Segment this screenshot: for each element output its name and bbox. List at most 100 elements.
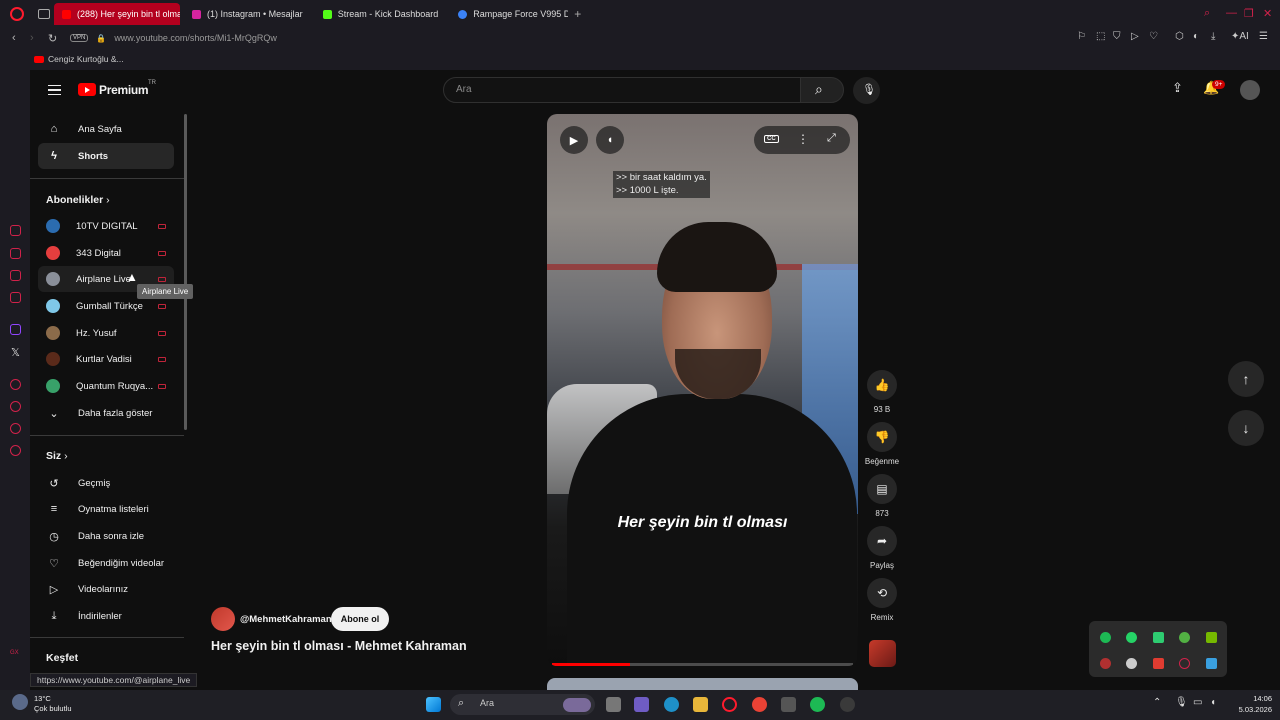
app-tray-icon[interactable]	[1126, 658, 1137, 669]
remix-button[interactable]: ⟲	[867, 578, 897, 608]
show-more-button[interactable]: ⌄ Daha fazla göster	[38, 400, 174, 426]
sidebar-item-10tv[interactable]: 10TV DIGITAL	[38, 213, 174, 239]
menu-icon[interactable]: ☰	[1259, 31, 1268, 42]
weather-widget[interactable]: 13°C Çok bulutlu	[34, 694, 72, 714]
tab-youtube[interactable]: (288) Her şeyin bin tl olma	[54, 3, 180, 25]
sidebar-scrollbar[interactable]	[184, 114, 187, 430]
sidebar-app-icon[interactable]	[10, 292, 21, 303]
sidebar-item-watch-later[interactable]: ◷ Daha sonra izle	[38, 523, 174, 549]
subscriptions-heading[interactable]: Abonelikler ›	[46, 194, 110, 206]
sidebar-item-liked-videos[interactable]: ♡ Beğendiğim videolar	[38, 550, 174, 576]
display-icon[interactable]: ▭	[1193, 697, 1202, 708]
back-button[interactable]: ‹	[12, 32, 22, 44]
share-button[interactable]: ➦	[867, 526, 897, 556]
captions-button[interactable]: CC	[764, 135, 779, 143]
shorts-video-player[interactable]: ▶ ◖ CC ⋮ ⤢ >> bir saat kaldım ya. >> 100…	[547, 114, 858, 666]
shield-icon[interactable]: ⛉	[1113, 31, 1121, 42]
sidebar-item-your-videos[interactable]: ▷ Videolarınız	[38, 576, 174, 602]
tab-rampage[interactable]: Rampage Force V995 Dire	[450, 3, 568, 25]
sidebar-item-history[interactable]: ↺ Geçmiş	[38, 470, 174, 496]
tab-instagram[interactable]: (1) Instagram • Mesajlar	[184, 3, 311, 25]
download-icon[interactable]: ⤓	[1211, 31, 1215, 42]
forward-button[interactable]: ›	[30, 32, 40, 44]
history-sidebar-icon[interactable]	[10, 401, 21, 412]
sidebar-item-shorts[interactable]: ϟ Shorts	[38, 143, 174, 169]
spotify-tray-icon[interactable]	[1100, 632, 1111, 643]
settings-sidebar-icon[interactable]	[10, 445, 21, 456]
extensions-icon[interactable]: ⬡	[1175, 31, 1184, 42]
next-video-preview[interactable]	[547, 678, 858, 690]
edge-icon[interactable]	[664, 697, 679, 712]
microphone-icon[interactable]: 🎙	[1175, 697, 1188, 708]
spotify-icon[interactable]	[810, 697, 825, 712]
player-icon[interactable]	[10, 379, 21, 390]
volume-button[interactable]: ◖	[596, 126, 624, 154]
messenger-sidebar-icon[interactable]	[10, 423, 21, 434]
premium-logo-text[interactable]: Premium	[99, 83, 149, 97]
gx-icon[interactable]: GX	[10, 650, 21, 661]
sidebar-item-downloads[interactable]: ⤓ İndirilenler	[38, 603, 174, 629]
volume-icon[interactable]: ◖	[1210, 697, 1216, 708]
task-view-icon[interactable]	[606, 697, 621, 712]
weather-icon[interactable]	[12, 694, 28, 710]
youtube-logo-icon[interactable]	[78, 83, 96, 96]
profile-icon[interactable]: ◐	[1193, 31, 1199, 42]
sidebar-app-icon[interactable]	[10, 248, 21, 259]
chrome-icon[interactable]	[752, 697, 767, 712]
search-button[interactable]: ⌕	[800, 77, 844, 103]
x-twitter-icon[interactable]: 𝕏	[11, 346, 22, 359]
previous-short-button[interactable]: ↑	[1228, 361, 1264, 397]
app-tray-icon[interactable]	[1206, 658, 1217, 669]
vpn-badge[interactable]: VPN	[70, 34, 89, 42]
bookmark-icon[interactable]: ⚐	[1077, 31, 1086, 42]
video-title[interactable]: Her şeyin bin tl olması - Mehmet Kahrama…	[211, 639, 467, 653]
search-input[interactable]: Ara	[443, 77, 801, 103]
voice-search-button[interactable]: 🎙	[853, 77, 880, 104]
ai-button[interactable]: ✦AI	[1231, 31, 1249, 42]
subscribe-button[interactable]: Abone ol	[331, 607, 389, 631]
more-options-icon[interactable]: ⋮	[797, 132, 809, 146]
channel-handle[interactable]: @MehmetKahraman	[240, 614, 332, 625]
sound-thumbnail[interactable]	[869, 640, 896, 667]
account-avatar[interactable]	[1240, 80, 1260, 100]
video-progress-bar[interactable]	[552, 663, 853, 666]
maximize-button[interactable]: ❐	[1244, 7, 1254, 20]
tab-kick[interactable]: Stream - Kick Dashboard	[315, 3, 447, 25]
heart-icon[interactable]: ♡	[1149, 31, 1158, 42]
snapshot-icon[interactable]: ⬚	[1096, 31, 1105, 42]
play-button[interactable]: ▶	[560, 126, 588, 154]
new-tab-button[interactable]: +	[574, 7, 581, 21]
twitch-icon[interactable]	[10, 324, 21, 335]
next-short-button[interactable]: ↓	[1228, 410, 1264, 446]
like-button[interactable]: 👍	[867, 370, 897, 400]
windows-start-icon[interactable]	[426, 697, 441, 712]
sidebar-item-playlists[interactable]: ≡ Oynatma listeleri	[38, 496, 174, 522]
whatsapp-tray-icon[interactable]	[1126, 632, 1137, 643]
chevron-up-icon[interactable]: ⌃	[1153, 697, 1161, 708]
upload-icon[interactable]: ⇪	[1172, 80, 1183, 96]
sidebar-item-343[interactable]: 343 Digital	[38, 240, 174, 266]
app-tray-icon[interactable]	[1153, 658, 1164, 669]
app-tray-icon[interactable]	[1100, 658, 1111, 669]
you-heading[interactable]: Siz ›	[46, 450, 68, 462]
xbox-tray-icon[interactable]	[1179, 632, 1190, 643]
sidebar-app-icon[interactable]	[10, 270, 21, 281]
nvidia-tray-icon[interactable]	[1206, 632, 1217, 643]
sidebar-item-quantum-ruqya[interactable]: Quantum Ruqya...	[38, 373, 174, 399]
minimize-button[interactable]: —	[1226, 7, 1237, 19]
hamburger-menu-icon[interactable]	[48, 85, 61, 95]
close-window-button[interactable]: ✕	[1263, 7, 1272, 20]
sidebar-item-home[interactable]: ⌂ Ana Sayfa	[38, 116, 174, 142]
sidebar-app-icon[interactable]	[10, 225, 21, 236]
sidebar-item-kurtlar-vadisi[interactable]: Kurtlar Vadisi	[38, 346, 174, 372]
play-icon[interactable]: ▷	[1131, 31, 1139, 42]
bookmark-item[interactable]: Cengiz Kurtoğlu &...	[48, 54, 124, 64]
store-icon[interactable]	[781, 697, 796, 712]
opera-tray-icon[interactable]	[1179, 658, 1190, 669]
reload-button[interactable]: ↻	[48, 32, 58, 45]
opera-gx-icon[interactable]	[722, 697, 737, 712]
fullscreen-icon[interactable]: ⤢	[827, 132, 836, 145]
url-field[interactable]: www.youtube.com/shorts/Mi1-MrQgRQw	[114, 33, 277, 43]
search-tabs-icon[interactable]: ⌕	[1204, 7, 1210, 20]
app-icon[interactable]	[840, 697, 855, 712]
